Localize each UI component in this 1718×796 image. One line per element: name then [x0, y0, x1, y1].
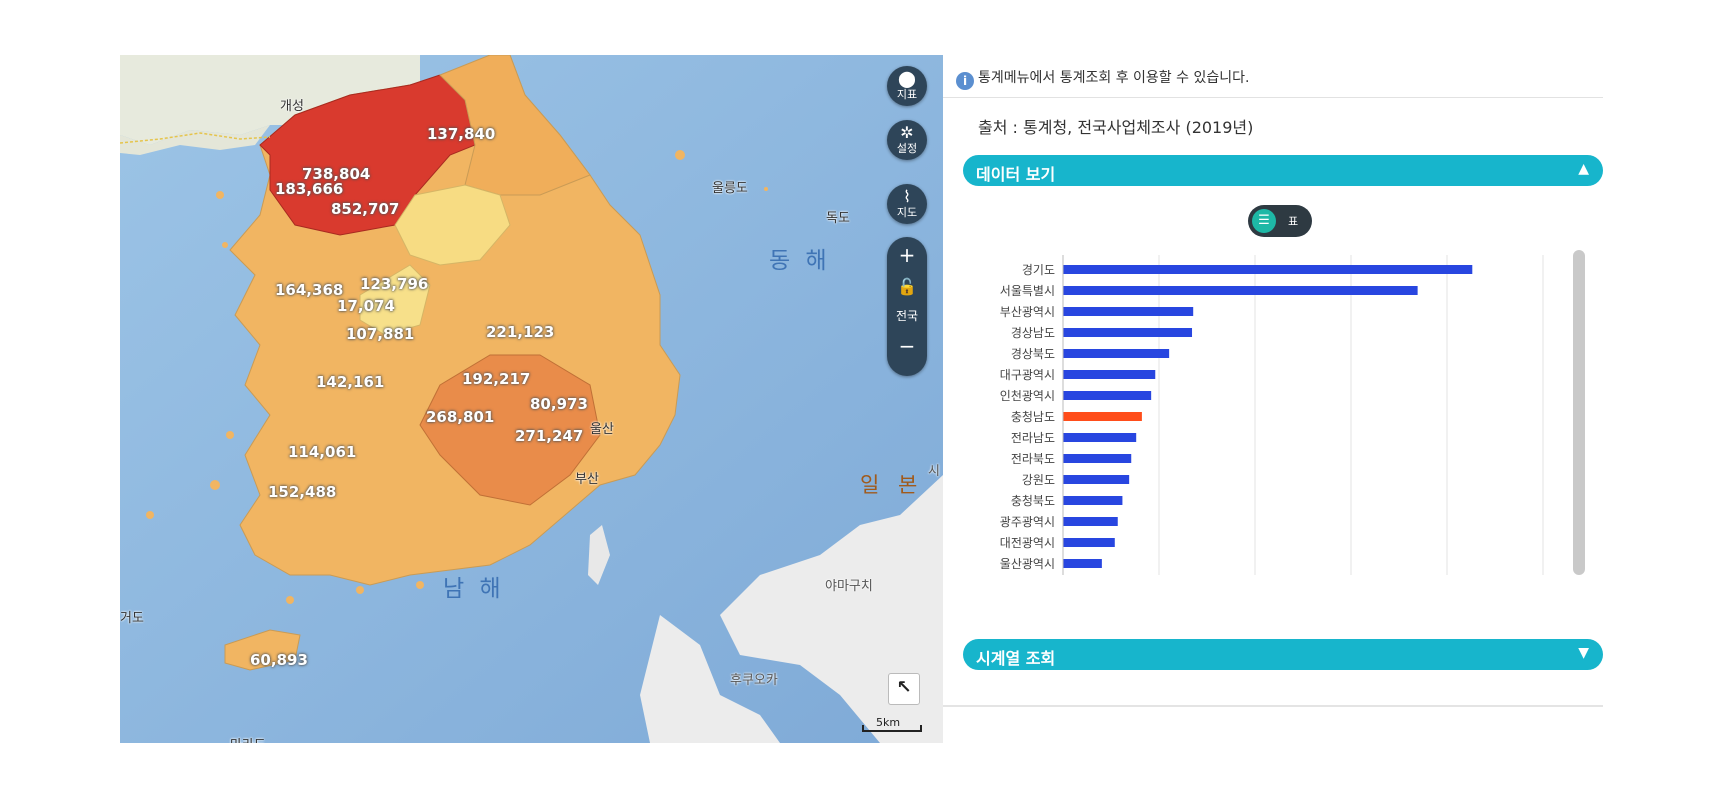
category-label: 경상남도 — [1011, 326, 1055, 340]
place-dokdo: 독도 — [826, 211, 850, 226]
bar[interactable] — [1063, 349, 1170, 358]
bar[interactable] — [1063, 496, 1123, 505]
category-label: 서울특별시 — [1000, 284, 1055, 298]
bar[interactable] — [1063, 370, 1156, 379]
region-value-chungbuk: 123,796 — [360, 275, 429, 293]
region-value-incheon: 183,666 — [275, 180, 344, 198]
settings-label: 설정 — [896, 142, 918, 155]
data-view-header[interactable]: 데이터 보기 ▲ — [963, 155, 1603, 186]
zoom-panel: + 🔓 전국 − — [887, 237, 927, 376]
region-value-sejong: 17,074 — [337, 297, 395, 315]
category-label: 대전광역시 — [1000, 536, 1055, 550]
place-busan: 부산 — [575, 472, 599, 487]
bar[interactable] — [1063, 559, 1102, 568]
place-right-edge: 시 — [928, 464, 940, 479]
list-icon: ☰ — [1252, 209, 1276, 233]
bar[interactable] — [1063, 475, 1130, 484]
gear-icon: ✲ — [900, 123, 914, 142]
region-value-daejeon: 107,881 — [346, 325, 415, 343]
chart-scrollbar[interactable] — [1573, 250, 1585, 575]
category-label: 경기도 — [1022, 263, 1055, 277]
region-value-jeonbuk: 142,161 — [316, 373, 385, 391]
category-label: 인천광역시 — [1000, 388, 1055, 403]
nationwide-button[interactable]: 전국 — [887, 307, 927, 324]
region-value-gyeongbuk: 221,123 — [486, 323, 555, 341]
bar[interactable] — [1063, 433, 1137, 442]
bar[interactable] — [1063, 391, 1152, 400]
category-label: 대구광역시 — [1000, 368, 1055, 382]
region-value-busan: 271,247 — [515, 427, 584, 445]
place-fukuoka: 후쿠오카 — [730, 673, 778, 688]
japan-label: 일 본 — [860, 473, 924, 497]
region-value-daegu: 192,217 — [462, 370, 531, 388]
bar[interactable] — [1063, 265, 1473, 274]
region-value-jeju: 60,893 — [250, 651, 308, 669]
category-label: 전라남도 — [1011, 431, 1055, 445]
toggle-table-label: 표 — [1288, 215, 1299, 228]
category-label: 울산광역시 — [1000, 557, 1055, 571]
chart-table-toggle[interactable]: ☰ 표 — [1248, 205, 1312, 237]
place-left-edge: 거도 — [120, 611, 144, 626]
region-value-gyeonggi: 852,707 — [331, 200, 400, 218]
category-label: 전라북도 — [1011, 452, 1055, 466]
category-label: 광주광역시 — [1000, 515, 1055, 529]
divider — [943, 97, 1603, 98]
bar[interactable] — [1063, 286, 1418, 295]
source-text: 출처 : 통계청, 전국사업체조사 (2019년) — [978, 118, 1254, 137]
category-label: 충청남도 — [1011, 410, 1055, 424]
bar[interactable] — [1063, 412, 1142, 421]
timeseries-title: 시계열 조회 — [976, 649, 1056, 668]
stats-panel: i 통계메뉴에서 통계조회 후 이용할 수 있습니다. 출처 : 통계청, 전국사… — [943, 55, 1603, 707]
info-icon: i — [956, 72, 974, 90]
notice: i 통계메뉴에서 통계조회 후 이용할 수 있습니다. — [956, 67, 1249, 90]
map-scale: 5km — [862, 716, 922, 734]
bar[interactable] — [1063, 538, 1115, 547]
place-yamaguchi: 야마구치 — [825, 579, 873, 594]
map-type-button[interactable]: ⌇ 지도 — [887, 184, 927, 224]
region-value-gyeongnam: 268,801 — [426, 408, 495, 426]
zoom-out-button[interactable]: − — [887, 336, 927, 356]
notice-text: 통계메뉴에서 통계조회 후 이용할 수 있습니다. — [978, 70, 1250, 86]
place-ulleungdo: 울릉도 — [712, 181, 748, 196]
bar[interactable] — [1063, 328, 1193, 337]
region-value-gangwon: 137,840 — [427, 125, 496, 143]
category-label: 강원도 — [1022, 473, 1055, 487]
region-value-chungnam: 164,368 — [275, 281, 344, 299]
settings-button[interactable]: ✲ 설정 — [887, 120, 927, 160]
indicator-label: 지표 — [896, 88, 918, 101]
region-value-ulsan: 80,973 — [530, 395, 588, 413]
bar[interactable] — [1063, 307, 1194, 316]
place-ulsan: 울산 — [590, 422, 614, 437]
map-view[interactable]: 동 해 남 해 일 본 개성 울릉도 독도 야마구치 후쿠오카 거도 마라도 시… — [120, 55, 943, 743]
timeseries-header[interactable]: 시계열 조회 ▼ — [963, 639, 1603, 670]
zoom-in-button[interactable]: + — [887, 245, 927, 265]
place-marado: 마라도 — [230, 734, 266, 743]
region-value-gwangju: 114,061 — [288, 443, 357, 461]
korea-map-icon: ⌇ — [903, 187, 911, 206]
collapse-arrow-icon: ▲ — [1578, 161, 1589, 177]
indicator-button[interactable]: ⬤ 지표 — [887, 66, 927, 106]
map-type-label: 지도 — [896, 206, 918, 219]
arrow-up-left-icon: ↖ — [896, 677, 912, 698]
bar-chart: 경기도서울특별시부산광역시경상남도경상북도대구광역시인천광역시충청남도전라남도전… — [1000, 255, 1544, 575]
south-sea-label: 남 해 — [443, 576, 505, 602]
data-view-title: 데이터 보기 — [976, 165, 1056, 184]
category-label: 충청북도 — [1011, 494, 1055, 508]
region-value-jeonnam: 152,488 — [268, 483, 337, 501]
bar[interactable] — [1063, 454, 1132, 463]
expand-arrow-icon: ▼ — [1578, 645, 1589, 661]
location-pin-icon: ⬤ — [898, 69, 916, 88]
category-label: 경상북도 — [1011, 347, 1055, 361]
unlock-icon[interactable]: 🔓 — [887, 277, 927, 297]
east-sea-label: 동 해 — [769, 248, 831, 274]
bar[interactable] — [1063, 517, 1118, 526]
scale-bar — [862, 725, 922, 732]
expand-button[interactable]: ↖ — [888, 673, 920, 705]
category-label: 부산광역시 — [1000, 305, 1055, 319]
place-gaeseong: 개성 — [280, 99, 304, 114]
